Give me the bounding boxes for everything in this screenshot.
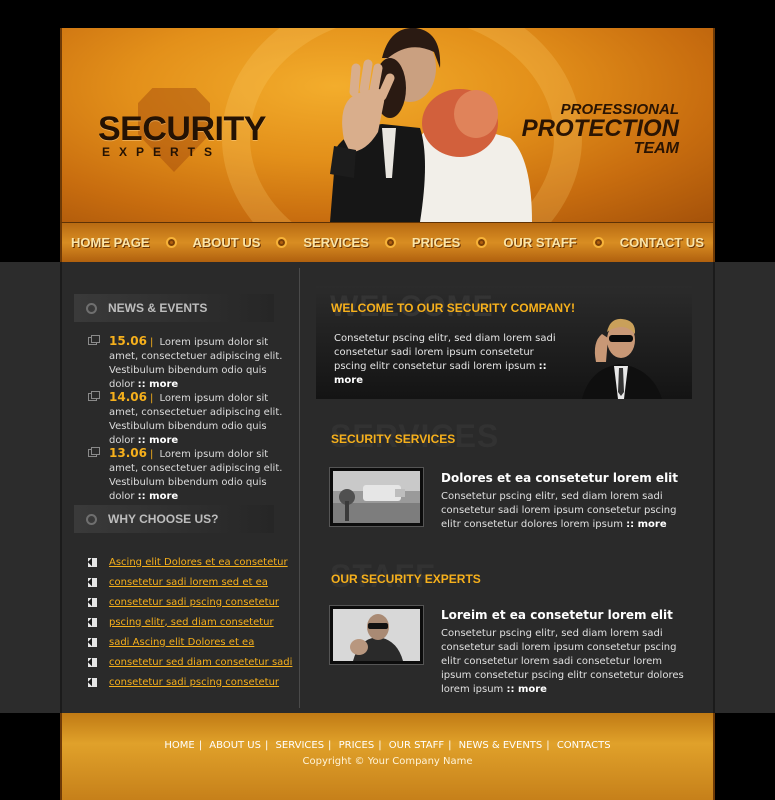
experts-article-title: Loreim et ea consetetur lorem elit: [441, 608, 673, 622]
news-item: 14.06 | Lorem ipsum dolor sit amet, conse…: [88, 390, 288, 448]
nav-separator-icon: [165, 237, 177, 248]
why-section-header: WHY CHOOSE US?: [74, 505, 274, 533]
nav-separator-icon: [384, 237, 396, 248]
arrow-icon: [88, 557, 97, 567]
nav-separator-icon: [276, 237, 288, 248]
why-section-title: WHY CHOOSE US?: [108, 512, 219, 526]
main-navigation: HOME PAGE ABOUT US SERVICES PRICES OUR S…: [60, 222, 715, 262]
list-item: pscing elitr, sed diam consetetur: [88, 612, 292, 632]
why-link[interactable]: consetetur sed diam consetetur sadi: [109, 657, 292, 668]
why-link[interactable]: Ascing elit Dolores et ea consetetur: [109, 557, 288, 568]
agent-photo: [582, 318, 662, 399]
services-thumbnail: [329, 467, 424, 527]
news-date: 14.06: [109, 390, 147, 404]
services-article-title: Dolores et ea consetetur lorem elit: [441, 471, 679, 485]
news-item: 13.06 | Lorem ipsum dolor sit amet, conse…: [88, 446, 288, 504]
services-article-text: Consetetur pscing elitr, sed diam lorem …: [441, 490, 691, 532]
list-item: consetetur sadi lorem sed et ea: [88, 572, 292, 592]
news-more-link[interactable]: more: [138, 379, 179, 390]
list-item: consetetur sadi pscing consetetur: [88, 672, 292, 692]
column-divider: [299, 268, 300, 708]
nav-home[interactable]: HOME PAGE: [71, 235, 150, 250]
tagline-line-3: TEAM: [633, 140, 679, 157]
experts-article: Loreim et ea consetetur lorem elit Conse…: [441, 608, 691, 697]
arrow-icon: [88, 637, 97, 647]
tagline-line-2: PROTECTION: [521, 115, 679, 142]
news-more-link[interactable]: more: [138, 435, 179, 446]
why-link[interactable]: consetetur sadi pscing consetetur: [109, 597, 279, 608]
list-item: consetetur sadi pscing consetetur: [88, 592, 292, 612]
news-item: 15.06 | Lorem ipsum dolor sit amet, conse…: [88, 334, 288, 392]
circle-bullet-icon: [86, 513, 97, 525]
experts-thumbnail: [329, 605, 424, 665]
experts-article-text: Consetetur pscing elitr, sed diam lorem …: [441, 627, 691, 697]
footer-links: HOME | ABOUT US | SERVICES | PRICES | OUR ST…: [164, 740, 611, 751]
list-item: consetetur sed diam consetetur sadi: [88, 652, 292, 672]
footer-link-staff[interactable]: OUR STAFF: [389, 740, 444, 751]
why-link[interactable]: consetetur sadi lorem sed et ea: [109, 577, 268, 588]
news-more-link[interactable]: more: [138, 491, 179, 502]
circle-bullet-icon: [86, 302, 97, 314]
footer-link-contacts[interactable]: CONTACTS: [557, 740, 611, 751]
site-logo[interactable]: SECURITY EXPERTS: [98, 88, 266, 172]
welcome-box: WELCOME WELCOME TO OUR SECURITY COMPANY!…: [316, 286, 692, 399]
footer-link-services[interactable]: SERVICES: [276, 740, 325, 751]
why-links-list: Ascing elit Dolores et ea consetetur con…: [88, 552, 292, 692]
services-article: Dolores et ea consetetur lorem elit Cons…: [441, 471, 691, 532]
news-bullet-icon: [88, 335, 100, 345]
why-link[interactable]: sadi Ascing elit Dolores et ea: [109, 637, 254, 648]
hero-bodyguard-image: [330, 28, 532, 222]
arrow-icon: [88, 657, 97, 667]
why-link[interactable]: consetetur sadi pscing consetetur: [109, 677, 279, 688]
copyright-text: Copyright © Your Company Name: [302, 756, 473, 767]
experts-more-link[interactable]: more: [506, 684, 547, 695]
footer: HOME | ABOUT US | SERVICES | PRICES | OUR ST…: [60, 713, 715, 800]
nav-prices[interactable]: PRICES: [412, 235, 460, 250]
nav-contact[interactable]: CONTACT US: [620, 235, 704, 250]
arrow-icon: [88, 597, 97, 607]
footer-link-prices[interactable]: PRICES: [339, 740, 375, 751]
footer-link-news[interactable]: NEWS & EVENTS: [459, 740, 543, 751]
arrow-icon: [88, 577, 97, 587]
footer-link-home[interactable]: HOME: [164, 740, 194, 751]
nav-about[interactable]: ABOUT US: [193, 235, 261, 250]
news-bullet-icon: [88, 447, 100, 457]
nav-services[interactable]: SERVICES: [303, 235, 369, 250]
nav-our-staff[interactable]: OUR STAFF: [503, 235, 576, 250]
news-date: 15.06: [109, 334, 147, 348]
header-banner: SECURITY EXPERTS PROFESSIONAL PROTECTION…: [60, 28, 715, 222]
news-section-title: NEWS & EVENTS: [108, 301, 208, 315]
news-date: 13.06: [109, 446, 147, 460]
nav-separator-icon: [476, 237, 488, 248]
welcome-text: Consetetur pscing elitr, sed diam lorem …: [334, 332, 556, 388]
news-bullet-icon: [88, 391, 100, 401]
welcome-title: WELCOME TO OUR SECURITY COMPANY!: [331, 301, 576, 315]
logo-subtitle: EXPERTS: [102, 145, 222, 159]
nav-separator-icon: [592, 237, 604, 248]
list-item: sadi Ascing elit Dolores et ea: [88, 632, 292, 652]
logo-title: SECURITY: [98, 110, 266, 148]
footer-link-about[interactable]: ABOUT US: [209, 740, 261, 751]
services-title: SECURITY SERVICES: [331, 432, 456, 446]
list-item: Ascing elit Dolores et ea consetetur: [88, 552, 292, 572]
services-more-link[interactable]: more: [626, 519, 667, 530]
arrow-icon: [88, 677, 97, 687]
news-section-header: NEWS & EVENTS: [74, 294, 274, 322]
arrow-icon: [88, 617, 97, 627]
why-link[interactable]: pscing elitr, sed diam consetetur: [109, 617, 274, 628]
header-tagline: PROFESSIONAL PROTECTION TEAM: [522, 102, 679, 157]
experts-title: OUR SECURITY EXPERTS: [331, 572, 481, 586]
